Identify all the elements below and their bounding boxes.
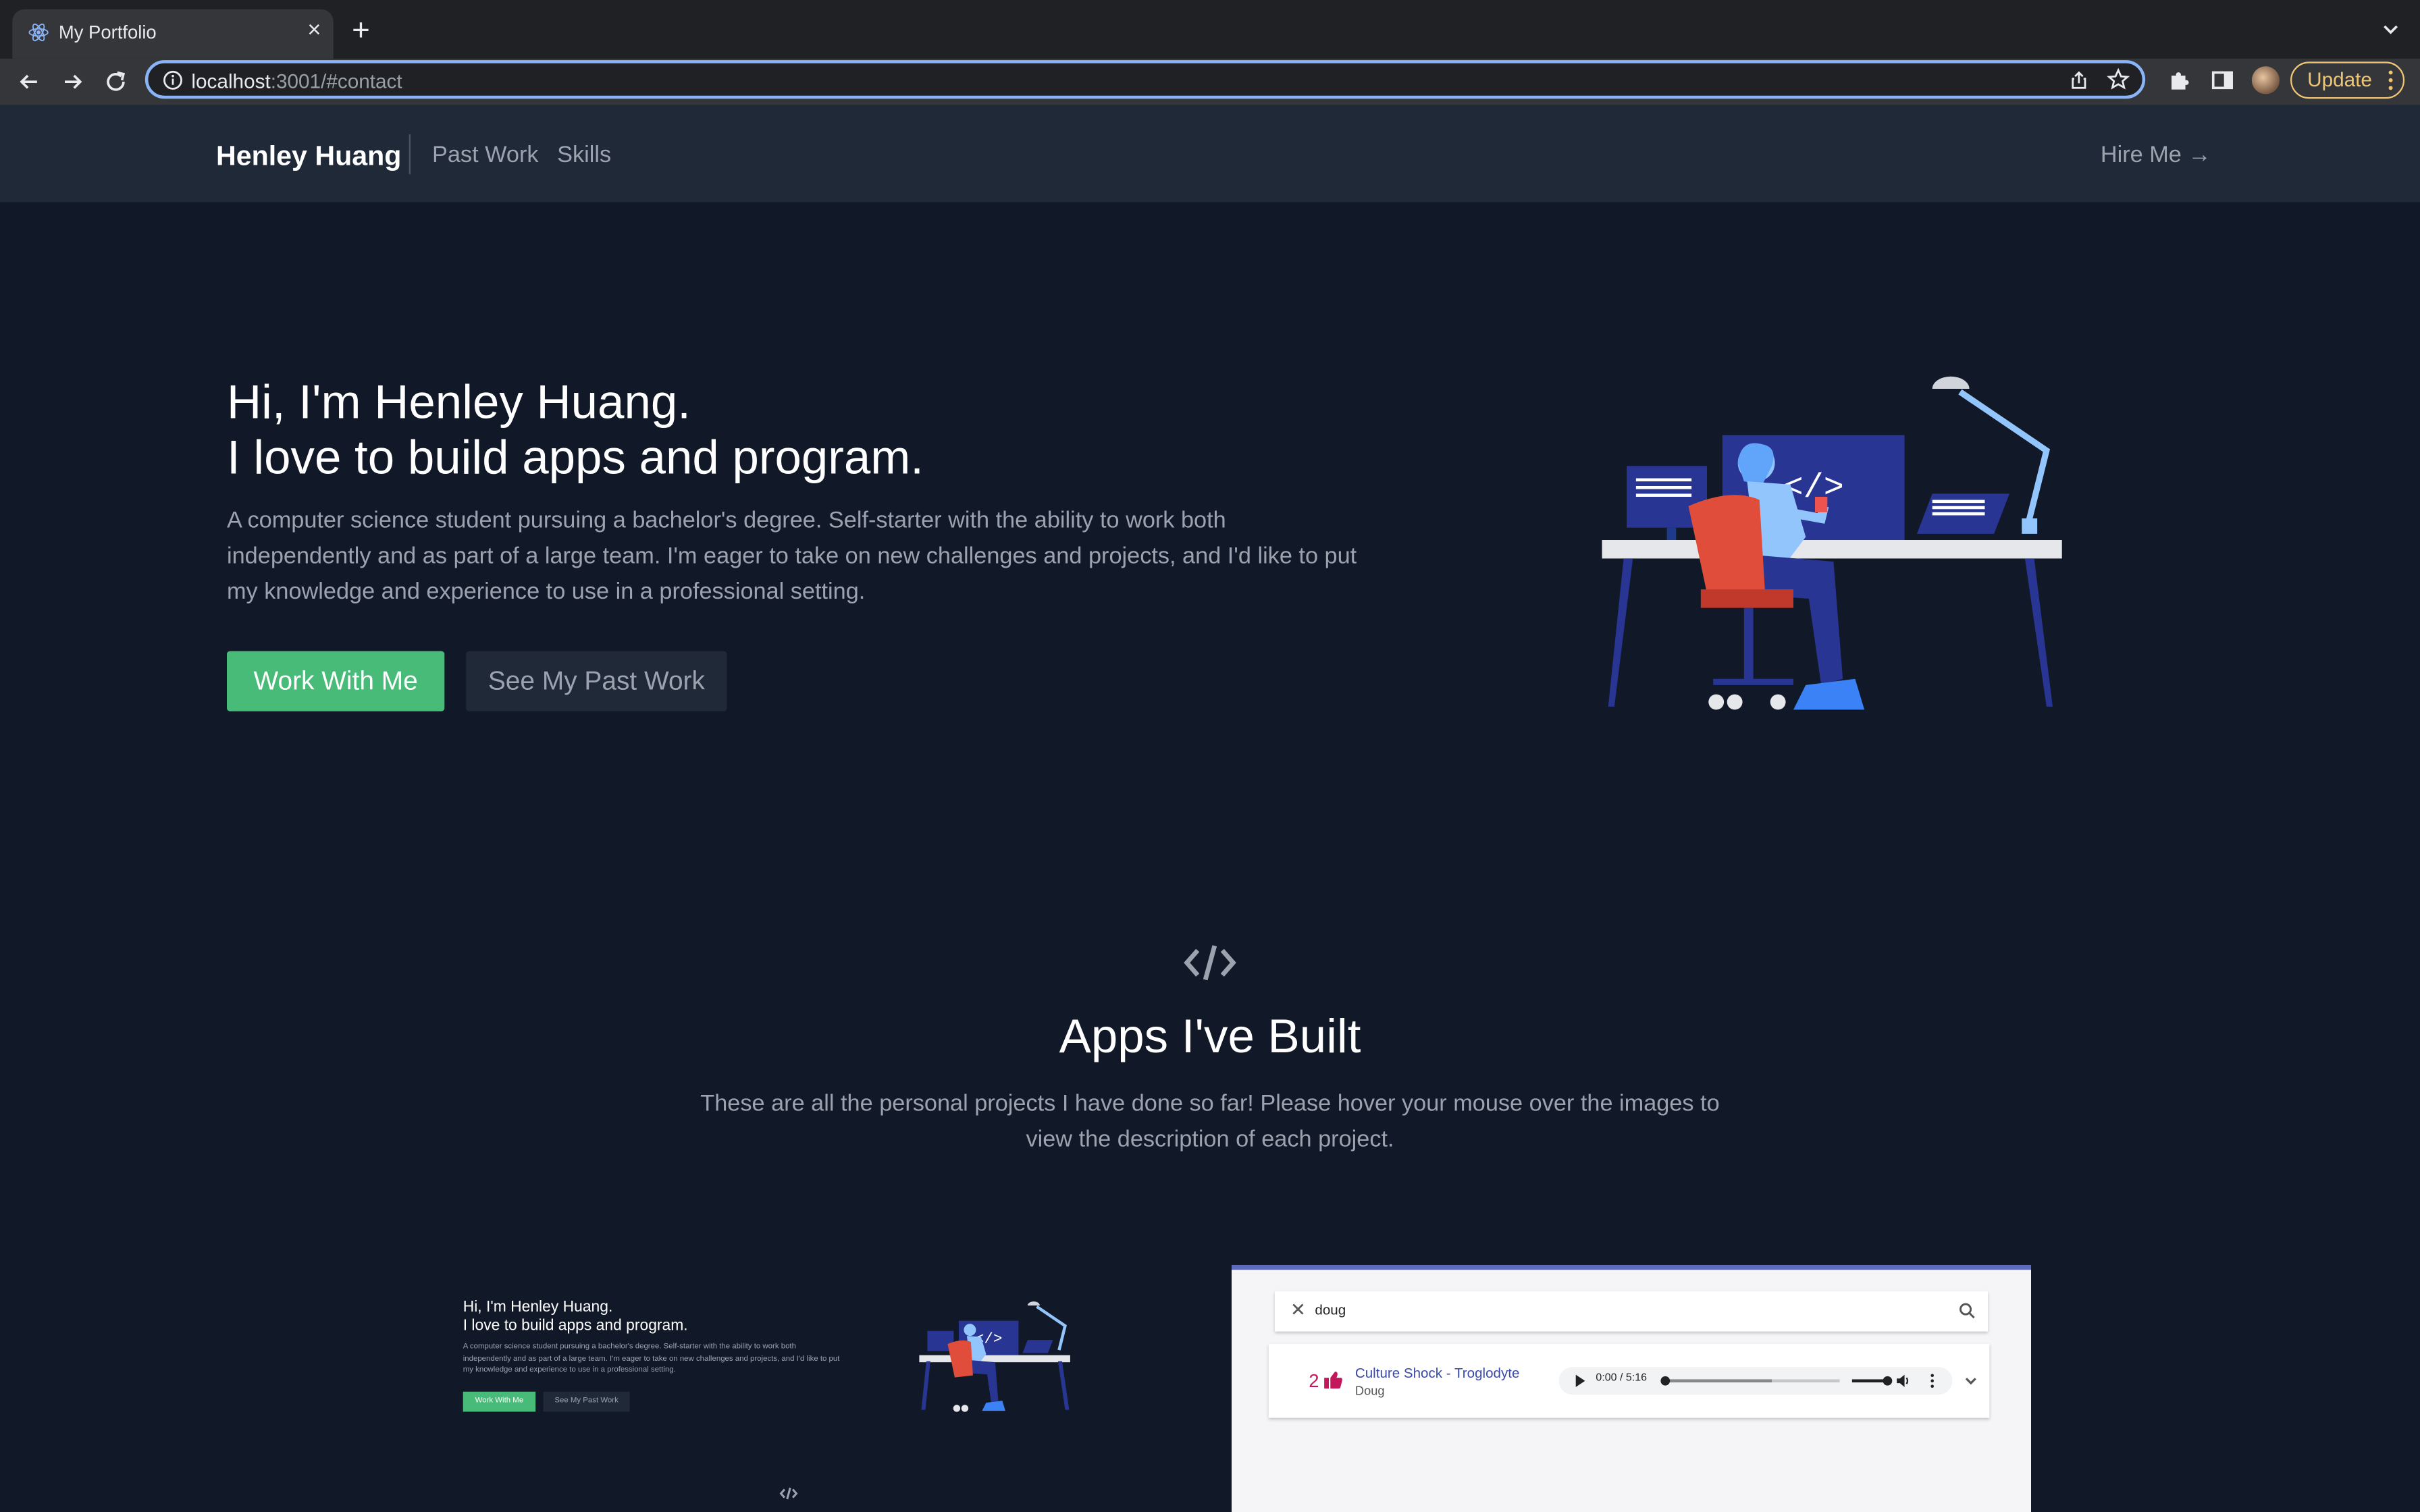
browser-tab-strip: My Portfolio × + (0, 0, 2420, 59)
share-icon[interactable] (2068, 70, 2090, 91)
address-bar[interactable]: localhost:3001/#contact (144, 60, 2146, 99)
developer-desk-illustration-small: </> (919, 1301, 1070, 1412)
search-query: doug (1315, 1302, 1346, 1318)
search-icon (1959, 1303, 1975, 1319)
thumbs-up-icon (1324, 1372, 1342, 1389)
nav-link-skills[interactable]: Skills (557, 142, 611, 168)
song-artist: Doug (1354, 1384, 1385, 1398)
hero-title-line1: Hi, I'm Henley Huang. (227, 375, 691, 429)
code-brackets-icon (779, 1487, 798, 1500)
profile-avatar[interactable] (2251, 66, 2280, 94)
volume-track (1851, 1379, 1887, 1382)
browser-tab[interactable]: My Portfolio × (12, 9, 334, 59)
hero-title: Hi, I'm Henley Huang. I love to build ap… (227, 375, 924, 486)
audio-time: 0:00 / 5:16 (1596, 1373, 1648, 1384)
chevron-down-icon[interactable] (2380, 18, 2402, 40)
chevron-down-icon (1965, 1378, 1976, 1385)
hire-me-link[interactable]: Hire Me → (2101, 142, 2211, 168)
side-panel-icon[interactable] (2210, 68, 2235, 93)
project-preview-title-line1: Hi, I'm Henley Huang. (463, 1299, 613, 1316)
tab-title: My Portfolio (58, 22, 157, 43)
site-navbar: Henley Huang Past Work Skills Hire Me → (0, 105, 2420, 202)
project-card-music-search[interactable]: ✕ doug 2 Culture Shock - Troglodyte Doug… (1232, 1265, 2032, 1512)
project-preview-secondary-button: See My Past Work (543, 1391, 630, 1412)
update-button[interactable]: Update (2290, 61, 2405, 99)
bookmark-star-icon[interactable] (2107, 68, 2130, 91)
update-label: Update (2307, 68, 2372, 91)
back-arrow-icon[interactable] (17, 70, 42, 94)
see-past-work-button[interactable]: See My Past Work (466, 651, 727, 711)
extensions-puzzle-icon[interactable] (2167, 68, 2192, 93)
url-text: localhost:3001/#contact (191, 70, 402, 92)
more-vert-icon (2388, 70, 2393, 90)
nav-divider (409, 134, 411, 175)
nav-link-past-work[interactable]: Past Work (432, 142, 539, 168)
audio-buffered (1664, 1379, 1772, 1382)
play-icon (1575, 1374, 1585, 1387)
volume-icon (1897, 1374, 1909, 1387)
project-preview-primary-button: Work With Me (463, 1391, 536, 1412)
react-icon (28, 23, 49, 42)
music-search-bar: ✕ doug (1275, 1291, 1989, 1332)
audio-progress-knob (1660, 1376, 1671, 1386)
developer-desk-illustration: </> (1602, 376, 2062, 710)
song-result-card: 2 Culture Shock - Troglodyte Doug 0:00 /… (1268, 1343, 1990, 1418)
new-tab-button[interactable]: + (352, 16, 370, 47)
browser-toolbar: localhost:3001/#contact (0, 58, 2420, 105)
song-title: Culture Shock - Troglodyte (1354, 1365, 1520, 1381)
audio-player: 0:00 / 5:16 (1558, 1367, 1953, 1395)
project-preview-description: A computer science student pursuing a ba… (463, 1342, 840, 1375)
reload-icon[interactable] (103, 70, 128, 94)
url-host: localhost (191, 69, 271, 93)
brand-name[interactable]: Henley Huang (216, 140, 401, 173)
hero-description: A computer science student pursuing a ba… (227, 508, 1357, 605)
hero-title-line2: I love to build apps and program. (227, 430, 924, 485)
url-path: :3001/#contact (270, 69, 402, 93)
clear-search-icon: ✕ (1290, 1299, 1306, 1321)
volume-knob (1883, 1376, 1893, 1386)
forward-arrow-icon[interactable] (60, 70, 85, 94)
more-vert-icon (1930, 1374, 1935, 1388)
info-icon[interactable] (162, 70, 184, 91)
apps-section-title: Apps I've Built (1059, 1008, 1361, 1063)
project-card-portfolio[interactable]: Hi, I'm Henley Huang. I love to build ap… (448, 1265, 1219, 1512)
project-preview-title: Hi, I'm Henley Huang. I love to build ap… (463, 1299, 688, 1336)
work-with-me-button[interactable]: Work With Me (227, 651, 445, 711)
code-brackets-icon (1184, 945, 1236, 981)
apps-section-description: These are all the personal projects I ha… (700, 1091, 1720, 1153)
close-tab-icon[interactable]: × (307, 18, 321, 43)
like-count: 2 (1309, 1370, 1319, 1392)
project-preview-title-line2: I love to build apps and program. (463, 1318, 688, 1335)
